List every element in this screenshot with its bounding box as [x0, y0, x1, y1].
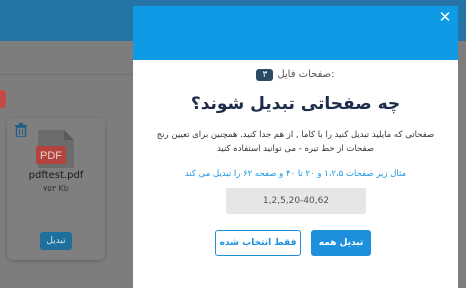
convert-selected-button[interactable]: فقط انتخاب شده: [215, 230, 301, 256]
file-card: PDF pdftest.pdf ۷۵۳ Kb تبدیل: [7, 118, 105, 260]
red-tab-indicator: [0, 90, 6, 108]
file-name: pdftest.pdf: [28, 170, 84, 181]
close-icon[interactable]: ✕: [438, 10, 452, 25]
modal-description: صفحاتی که مایلید تبدیل کنید را با کاما ,…: [156, 130, 435, 154]
page-range-input[interactable]: [226, 188, 366, 214]
file-convert-button[interactable]: تبدیل: [40, 232, 72, 250]
convert-all-button[interactable]: تبدیل همه: [311, 230, 371, 256]
file-size: ۷۵۳ Kb: [43, 184, 69, 193]
modal-example-text: مثال زیر صفحات ۱،۲،۵ و ۲۰ تا ۴۰ و صفحه ۶…: [184, 169, 407, 179]
trash-icon[interactable]: [15, 123, 27, 137]
pages-info: ۳ صفحات فایل:: [133, 69, 458, 81]
modal-header: ✕: [133, 6, 458, 60]
modal-title: چه صفحاتی تبدیل شوند؟: [190, 94, 401, 114]
pages-label: صفحات فایل:: [277, 69, 335, 80]
pages-count-badge: ۳: [256, 69, 274, 81]
convert-pages-modal: ✕ ۳ صفحات فایل: چه صفحاتی تبدیل شوند؟ صفح…: [133, 6, 458, 288]
pdf-icon-label: PDF: [40, 150, 62, 162]
toolbar-divider: [0, 74, 150, 75]
